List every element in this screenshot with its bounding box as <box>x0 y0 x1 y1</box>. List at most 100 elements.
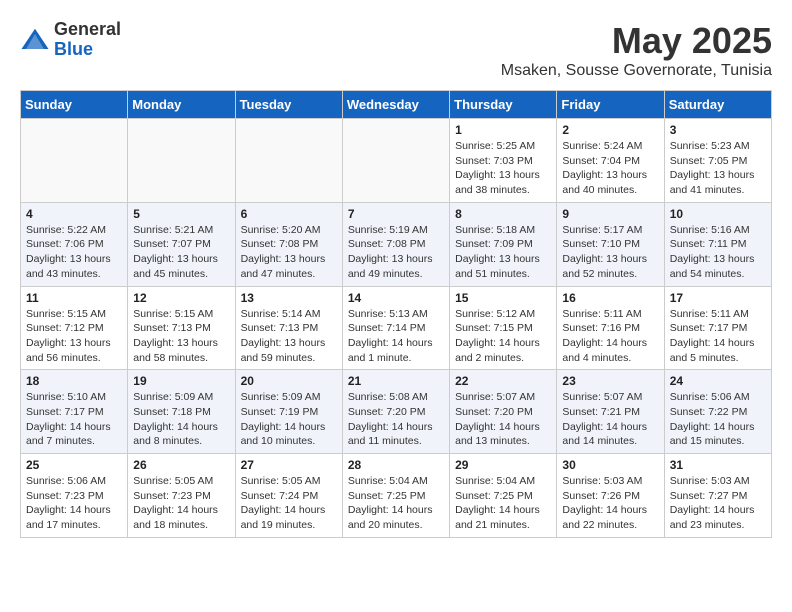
day-number: 24 <box>670 374 766 388</box>
calendar-day-cell: 5Sunrise: 5:21 AM Sunset: 7:07 PM Daylig… <box>128 202 235 286</box>
day-of-week-header: Friday <box>557 91 664 119</box>
day-info: Sunrise: 5:09 AM Sunset: 7:19 PM Dayligh… <box>241 390 337 449</box>
day-number: 21 <box>348 374 444 388</box>
day-of-week-header: Wednesday <box>342 91 449 119</box>
day-number: 6 <box>241 207 337 221</box>
day-number: 10 <box>670 207 766 221</box>
calendar-day-cell: 13Sunrise: 5:14 AM Sunset: 7:13 PM Dayli… <box>235 286 342 370</box>
logo-blue-text: Blue <box>54 40 121 60</box>
day-of-week-header: Saturday <box>664 91 771 119</box>
day-info: Sunrise: 5:25 AM Sunset: 7:03 PM Dayligh… <box>455 139 551 198</box>
day-number: 20 <box>241 374 337 388</box>
calendar-week-row: 18Sunrise: 5:10 AM Sunset: 7:17 PM Dayli… <box>21 370 772 454</box>
day-of-week-header: Sunday <box>21 91 128 119</box>
calendar-day-cell: 16Sunrise: 5:11 AM Sunset: 7:16 PM Dayli… <box>557 286 664 370</box>
day-info: Sunrise: 5:05 AM Sunset: 7:23 PM Dayligh… <box>133 474 229 533</box>
day-number: 18 <box>26 374 122 388</box>
calendar-week-row: 11Sunrise: 5:15 AM Sunset: 7:12 PM Dayli… <box>21 286 772 370</box>
logo: General Blue <box>20 20 121 60</box>
day-info: Sunrise: 5:03 AM Sunset: 7:26 PM Dayligh… <box>562 474 658 533</box>
day-number: 28 <box>348 458 444 472</box>
day-info: Sunrise: 5:22 AM Sunset: 7:06 PM Dayligh… <box>26 223 122 282</box>
day-info: Sunrise: 5:15 AM Sunset: 7:13 PM Dayligh… <box>133 307 229 366</box>
logo-icon <box>20 25 50 55</box>
day-info: Sunrise: 5:04 AM Sunset: 7:25 PM Dayligh… <box>455 474 551 533</box>
day-number: 27 <box>241 458 337 472</box>
day-of-week-header: Tuesday <box>235 91 342 119</box>
day-info: Sunrise: 5:07 AM Sunset: 7:20 PM Dayligh… <box>455 390 551 449</box>
day-info: Sunrise: 5:11 AM Sunset: 7:17 PM Dayligh… <box>670 307 766 366</box>
day-info: Sunrise: 5:17 AM Sunset: 7:10 PM Dayligh… <box>562 223 658 282</box>
day-of-week-header: Thursday <box>450 91 557 119</box>
day-info: Sunrise: 5:13 AM Sunset: 7:14 PM Dayligh… <box>348 307 444 366</box>
calendar-day-cell <box>235 119 342 203</box>
calendar-day-cell: 20 Sunrise: 5:09 AM Sunset: 7:19 PM Dayli… <box>235 370 342 454</box>
calendar-day-cell: 31 Sunrise: 5:03 AM Sunset: 7:27 PM Dayli… <box>664 454 771 538</box>
day-info: Sunrise: 5:08 AM Sunset: 7:20 PM Dayligh… <box>348 390 444 449</box>
page-header: General Blue May 2025 Msaken, Sousse Gov… <box>20 20 772 80</box>
calendar-day-cell: 11Sunrise: 5:15 AM Sunset: 7:12 PM Dayli… <box>21 286 128 370</box>
day-info: Sunrise: 5:03 AM Sunset: 7:27 PM Dayligh… <box>670 474 766 533</box>
calendar-day-cell: 9 Sunrise: 5:17 AM Sunset: 7:10 PM Daylig… <box>557 202 664 286</box>
calendar-day-cell: 15 Sunrise: 5:12 AM Sunset: 7:15 PM Dayli… <box>450 286 557 370</box>
calendar-day-cell: 8 Sunrise: 5:18 AM Sunset: 7:09 PM Daylig… <box>450 202 557 286</box>
day-number: 11 <box>26 291 122 305</box>
calendar-day-cell: 22Sunrise: 5:07 AM Sunset: 7:20 PM Dayli… <box>450 370 557 454</box>
day-number: 4 <box>26 207 122 221</box>
calendar-day-cell: 26Sunrise: 5:05 AM Sunset: 7:23 PM Dayli… <box>128 454 235 538</box>
day-info: Sunrise: 5:06 AM Sunset: 7:23 PM Dayligh… <box>26 474 122 533</box>
day-info: Sunrise: 5:12 AM Sunset: 7:15 PM Dayligh… <box>455 307 551 366</box>
calendar-day-cell: 18Sunrise: 5:10 AM Sunset: 7:17 PM Dayli… <box>21 370 128 454</box>
day-number: 16 <box>562 291 658 305</box>
day-info: Sunrise: 5:24 AM Sunset: 7:04 PM Dayligh… <box>562 139 658 198</box>
calendar-day-cell: 2 Sunrise: 5:24 AM Sunset: 7:04 PM Daylig… <box>557 119 664 203</box>
logo-general-text: General <box>54 20 121 40</box>
location-title: Msaken, Sousse Governorate, Tunisia <box>501 62 772 80</box>
day-number: 31 <box>670 458 766 472</box>
calendar-week-row: 25 Sunrise: 5:06 AM Sunset: 7:23 PM Dayli… <box>21 454 772 538</box>
day-number: 2 <box>562 123 658 137</box>
day-info: Sunrise: 5:09 AM Sunset: 7:18 PM Dayligh… <box>133 390 229 449</box>
day-number: 14 <box>348 291 444 305</box>
calendar-day-cell: 29 Sunrise: 5:04 AM Sunset: 7:25 PM Dayli… <box>450 454 557 538</box>
day-number: 7 <box>348 207 444 221</box>
calendar-day-cell: 4 Sunrise: 5:22 AM Sunset: 7:06 PM Daylig… <box>21 202 128 286</box>
calendar-day-cell <box>21 119 128 203</box>
calendar-day-cell: 23 Sunrise: 5:07 AM Sunset: 7:21 PM Dayli… <box>557 370 664 454</box>
day-number: 1 <box>455 123 551 137</box>
calendar-day-cell: 14 Sunrise: 5:13 AM Sunset: 7:14 PM Dayli… <box>342 286 449 370</box>
day-info: Sunrise: 5:05 AM Sunset: 7:24 PM Dayligh… <box>241 474 337 533</box>
day-number: 13 <box>241 291 337 305</box>
day-info: Sunrise: 5:06 AM Sunset: 7:22 PM Dayligh… <box>670 390 766 449</box>
day-number: 8 <box>455 207 551 221</box>
day-number: 12 <box>133 291 229 305</box>
calendar-day-cell: 25 Sunrise: 5:06 AM Sunset: 7:23 PM Dayli… <box>21 454 128 538</box>
day-number: 30 <box>562 458 658 472</box>
day-info: Sunrise: 5:23 AM Sunset: 7:05 PM Dayligh… <box>670 139 766 198</box>
day-number: 9 <box>562 207 658 221</box>
calendar-day-cell: 10Sunrise: 5:16 AM Sunset: 7:11 PM Dayli… <box>664 202 771 286</box>
month-year-title: May 2025 <box>501 20 772 62</box>
calendar-day-cell: 28Sunrise: 5:04 AM Sunset: 7:25 PM Dayli… <box>342 454 449 538</box>
calendar-day-cell: 30 Sunrise: 5:03 AM Sunset: 7:26 PM Dayli… <box>557 454 664 538</box>
day-number: 17 <box>670 291 766 305</box>
day-number: 15 <box>455 291 551 305</box>
day-number: 29 <box>455 458 551 472</box>
calendar-day-cell: 24 Sunrise: 5:06 AM Sunset: 7:22 PM Dayli… <box>664 370 771 454</box>
title-section: May 2025 Msaken, Sousse Governorate, Tun… <box>501 20 772 80</box>
day-number: 3 <box>670 123 766 137</box>
day-number: 25 <box>26 458 122 472</box>
calendar-day-cell: 21 Sunrise: 5:08 AM Sunset: 7:20 PM Dayli… <box>342 370 449 454</box>
calendar-header-row: SundayMondayTuesdayWednesdayThursdayFrid… <box>21 91 772 119</box>
day-info: Sunrise: 5:07 AM Sunset: 7:21 PM Dayligh… <box>562 390 658 449</box>
calendar-day-cell: 27 Sunrise: 5:05 AM Sunset: 7:24 PM Dayli… <box>235 454 342 538</box>
calendar-day-cell: 3 Sunrise: 5:23 AM Sunset: 7:05 PM Daylig… <box>664 119 771 203</box>
day-info: Sunrise: 5:21 AM Sunset: 7:07 PM Dayligh… <box>133 223 229 282</box>
day-info: Sunrise: 5:18 AM Sunset: 7:09 PM Dayligh… <box>455 223 551 282</box>
calendar-table: SundayMondayTuesdayWednesdayThursdayFrid… <box>20 90 772 538</box>
calendar-day-cell: 6 Sunrise: 5:20 AM Sunset: 7:08 PM Daylig… <box>235 202 342 286</box>
day-number: 23 <box>562 374 658 388</box>
day-info: Sunrise: 5:20 AM Sunset: 7:08 PM Dayligh… <box>241 223 337 282</box>
day-info: Sunrise: 5:19 AM Sunset: 7:08 PM Dayligh… <box>348 223 444 282</box>
day-number: 19 <box>133 374 229 388</box>
